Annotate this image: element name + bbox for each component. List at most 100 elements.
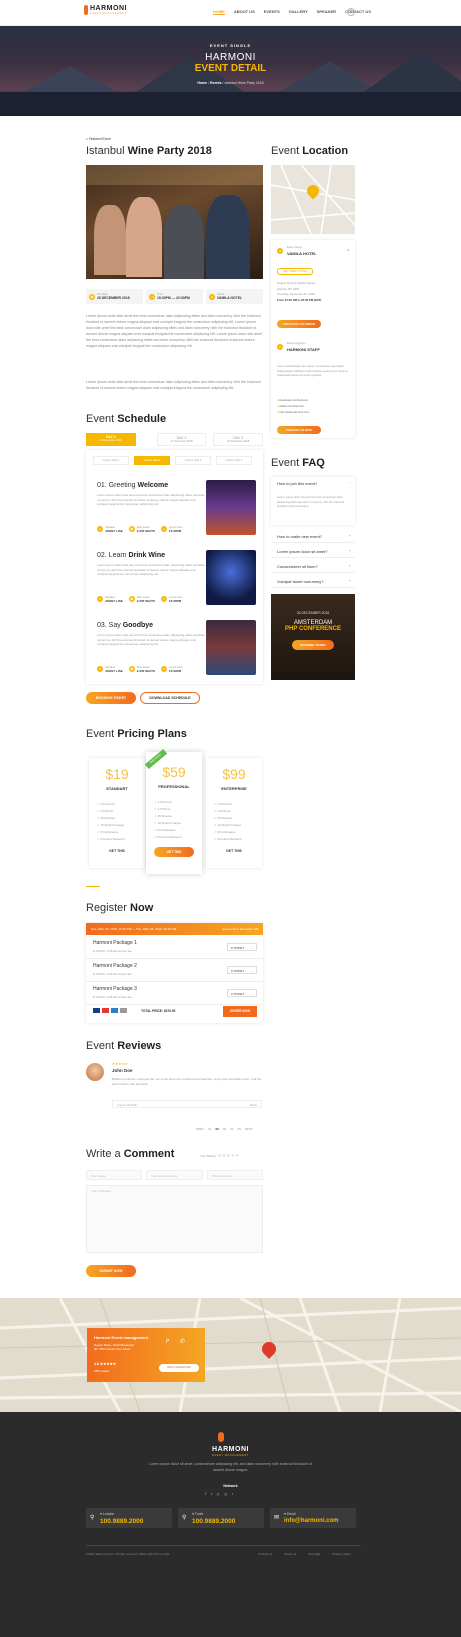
share-icon[interactable]: ✆ — [180, 1338, 185, 1345]
tab-day-2[interactable]: DAY 2 27 December 2018 — [156, 433, 207, 446]
schedule-item-number: 01. Greeting — [97, 482, 136, 489]
footer-link[interactable]: About us — [284, 1552, 296, 1556]
larger-map-button[interactable]: VIEW LARGER MAP — [159, 1364, 199, 1372]
map-roads — [271, 165, 355, 234]
stat-value: 2,350 SEATS — [136, 529, 155, 533]
breadcrumb-home[interactable]: Home — [197, 81, 207, 85]
promo-booking-button[interactable]: BOOKING TICKET — [292, 640, 334, 650]
logo[interactable]: HARMONI EVENT MANAGEMENT — [84, 5, 127, 15]
plan-feature: 25 Minutes — [214, 815, 262, 822]
rating-stars-icon[interactable]: ★★★★★ — [217, 1153, 239, 1159]
ticket-select[interactable]: 0 TICKET ⌄ — [227, 966, 257, 974]
faq-open-item[interactable]: How to join this event? − Lorem ipsum do… — [271, 477, 355, 525]
page-next[interactable]: NEXT — [245, 1127, 253, 1131]
ticket-select[interactable]: 0 TICKET ⌄ — [227, 943, 257, 951]
footer-link[interactable]: Privacy policy — [332, 1552, 350, 1556]
clock-icon: ◷ — [160, 596, 167, 602]
phone-field[interactable]: Phone Number — [207, 1170, 263, 1180]
footer-contact-value[interactable]: 100.9889.2000 — [192, 1518, 235, 1525]
page-link[interactable]: 03 — [223, 1127, 226, 1131]
nav-home[interactable]: HOME — [212, 9, 225, 15]
plan-feature: Print Release — [214, 829, 262, 836]
tab-day-1[interactable]: DAY 1 26 December 2018 — [86, 433, 136, 446]
reply-button[interactable]: Reply — [250, 1103, 257, 1107]
section-divider — [86, 886, 100, 887]
payment-icons — [93, 1008, 127, 1013]
twitter-icon[interactable]: t — [211, 1491, 212, 1496]
footer-link[interactable]: Contact us — [258, 1552, 272, 1556]
faq-item[interactable]: How to make new event? — [271, 530, 355, 543]
faq-item[interactable]: Lorem ipsum dolor sit amet? — [271, 545, 355, 558]
submit-button[interactable]: SUBMIT NOW — [86, 1265, 136, 1277]
map-card-reviews: 188 reviews — [94, 1369, 109, 1373]
download-schedule-button[interactable]: DOWNLOAD SCHEDULE — [140, 692, 200, 704]
footer-contact-value[interactable]: info@harmoni.com — [284, 1518, 339, 1524]
nav-speaker[interactable]: SPEAKER — [317, 9, 336, 15]
page-prev[interactable]: PREV — [196, 1127, 204, 1131]
page-link[interactable]: 05 — [238, 1127, 241, 1131]
stat-value: 15:30PM — [168, 529, 182, 533]
add-calendar-button[interactable]: ADD TO MY CALENDAR — [277, 320, 321, 328]
review-meta: August 28 2018 Reply — [112, 1100, 262, 1108]
plan-enterprise: $99 ENTERPRISE 1-5 Person1-5 Photo25 Min… — [206, 758, 262, 868]
rss-icon[interactable]: r — [232, 1491, 233, 1496]
plan-feature: 1-5 Person — [154, 799, 202, 806]
nav-gallery[interactable]: GALLERY — [289, 9, 308, 15]
organizer-text: Fusce pellentesque dui neque, consectetu… — [277, 364, 349, 377]
booking-ticket-button[interactable]: BOOKING TICKET — [86, 692, 136, 704]
google-icon[interactable]: g — [224, 1491, 226, 1496]
facebook-icon[interactable]: f — [205, 1491, 206, 1496]
brand-tagline: EVENT MANAGEMENT — [90, 12, 127, 15]
package-price: $ 135.00 + $ 8.99 service fee — [93, 995, 132, 999]
footer-logo[interactable]: HARMONI — [0, 1446, 461, 1453]
location-map[interactable] — [271, 165, 355, 234]
email-field[interactable]: Your Email Address — [146, 1170, 203, 1180]
contact-button[interactable]: CONTACT US NOW — [277, 426, 321, 434]
tab-hall[interactable]: Grand Hall 1 — [93, 456, 129, 465]
plan-get-button[interactable]: GET THIS — [154, 847, 194, 857]
faq-item[interactable]: Consectuerer sit illum? — [271, 560, 355, 573]
comment-textarea[interactable]: Your Comment — [86, 1185, 263, 1253]
package-row: Harmoni Package 3 $ 135.00 + $ 8.99 servi… — [86, 983, 263, 1005]
event-title-bold: Wine Party 2018 — [127, 145, 212, 157]
plan-name: STANDART — [106, 786, 128, 791]
ticket-select[interactable]: 0 TICKET ⌄ — [227, 989, 257, 997]
nav-events[interactable]: EVENTS — [264, 9, 280, 15]
breadcrumb-current: Istanbul Wine Party 2018 — [224, 81, 264, 85]
venue-more-icon[interactable]: ⊕ — [347, 248, 350, 252]
speaker-icon: ☺ — [97, 596, 103, 602]
footer-link[interactable]: Site Map — [308, 1552, 320, 1556]
name-field[interactable]: Your Name — [86, 1170, 142, 1180]
plan-get-button[interactable]: GET THIS — [89, 849, 145, 853]
tab-hall[interactable]: Grand Hall 4 — [216, 456, 252, 465]
pinterest-icon[interactable]: p — [217, 1491, 219, 1496]
website-link[interactable]: ● http://www.harmoni.com — [277, 409, 309, 415]
get-directions-button[interactable]: GET DIRECTIONS — [277, 268, 313, 275]
page-link[interactable]: 01 — [208, 1127, 211, 1131]
breadcrumb-events[interactable]: Events — [210, 81, 221, 85]
page-link[interactable]: 04 — [230, 1127, 233, 1131]
nav-about[interactable]: ABOUT US — [234, 9, 255, 15]
plan-feature: 1-5 Person — [97, 801, 145, 808]
plan-feature: 1-5 Person — [214, 801, 262, 808]
plan-feature: 10 Stylish Images — [214, 822, 262, 829]
footer-contact-label: ♥ Tunis — [192, 1512, 204, 1516]
tab-hall[interactable]: Grand Hall 2 — [134, 456, 170, 465]
page-link-active[interactable]: 02 — [216, 1127, 219, 1131]
order-now-button[interactable]: ORDER NOW — [223, 1006, 257, 1017]
footer-contact-value[interactable]: 100.9889.2000 — [100, 1518, 143, 1525]
tab-day-3[interactable]: DAY 3 28 December 2018 — [213, 433, 263, 446]
stat-value: JOHNY LISE — [105, 529, 123, 533]
featured-label: ■ Featured Event — [86, 137, 111, 141]
search-icon[interactable]: ⚲ — [347, 8, 355, 16]
schedule-item-title: 03. Say Goodbye — [97, 622, 153, 629]
plan-get-button[interactable]: GET THIS — [206, 849, 262, 853]
seat-icon: ▣ — [128, 526, 135, 532]
faq-item[interactable]: Volutpat laoret nonummy? — [271, 575, 355, 588]
tab-hall[interactable]: Grand Hall 3 — [175, 456, 211, 465]
mail-icon: ✉ — [274, 1515, 280, 1521]
map-card-rating: 4.8 ★★★★★ — [94, 1362, 117, 1366]
footer-map[interactable] — [0, 1298, 461, 1412]
day-tabs: DAY 1 26 December 2018 DAY 2 27 December 2… — [86, 433, 263, 446]
directions-icon[interactable]: ↱ — [165, 1338, 170, 1345]
